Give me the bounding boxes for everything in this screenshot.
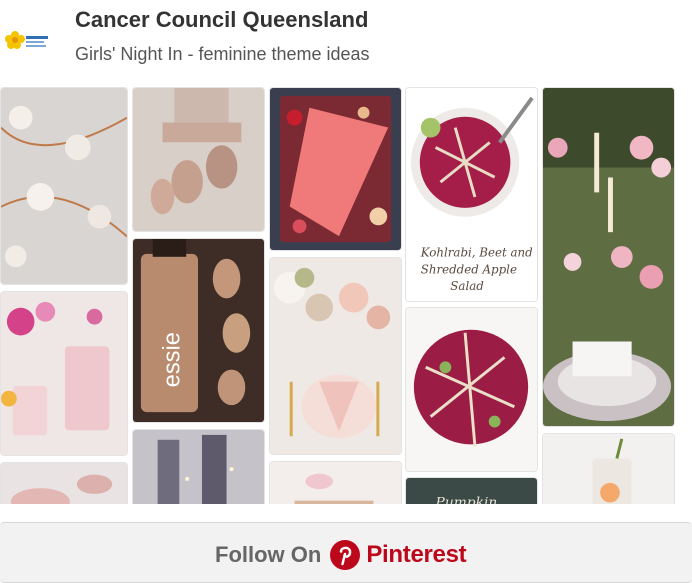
- board-header: Cancer Council Queensland Girls' Night I…: [0, 0, 692, 80]
- follow-label: Follow On: [215, 542, 322, 567]
- salad-title-line1: Kohlrabi, Beet and: [420, 245, 533, 259]
- pin-image-citrus-drink[interactable]: [542, 433, 675, 504]
- pin-image-fairy-lights[interactable]: [0, 87, 128, 285]
- pin-image-nail-polish-bottle[interactable]: [132, 87, 265, 232]
- pinterest-wordmark: Pinterest: [366, 541, 467, 568]
- pin-image-beet-salad-bowl[interactable]: [405, 307, 538, 472]
- pin-image-fruit-platter[interactable]: [269, 87, 402, 251]
- board-owner-link[interactable]: Cancer Council Queensland: [75, 7, 368, 33]
- pumpkin-text: Pumpkin: [435, 495, 498, 504]
- salad-title-line2: Shredded Apple: [421, 262, 517, 276]
- pin-image-pumpkin[interactable]: Pumpkin: [405, 477, 538, 504]
- pin-image-nails-hand[interactable]: [0, 462, 128, 504]
- pin-image-beet-salad[interactable]: Kohlrabi, Beet and Shredded Apple Salad: [405, 87, 538, 302]
- pin-grid: essie Kohlrabi, Beet and Shredded Apple …: [0, 84, 692, 504]
- follow-button-content: Follow On Pinterest: [215, 539, 467, 571]
- pin-image-table-setting[interactable]: [269, 257, 402, 455]
- pin-image-essie-polish[interactable]: essie: [132, 238, 265, 423]
- pinterest-logo-icon: [330, 540, 361, 570]
- pin-image-glass-bottles[interactable]: [132, 429, 265, 504]
- essie-brand-text: essie: [159, 332, 185, 387]
- pinterest-board-widget: Cancer Council Queensland Girls' Night I…: [0, 0, 692, 583]
- pin-image-pink-drinks[interactable]: [0, 291, 128, 456]
- pin-image-cake[interactable]: [269, 461, 402, 504]
- salad-title-line3: Salad: [450, 279, 484, 293]
- pin-image-floral-table[interactable]: [542, 87, 675, 427]
- follow-on-pinterest-button[interactable]: Follow On Pinterest: [0, 522, 692, 583]
- daffodil-logo-icon[interactable]: [0, 22, 52, 62]
- board-title-link[interactable]: Girls' Night In - feminine theme ideas: [75, 44, 370, 65]
